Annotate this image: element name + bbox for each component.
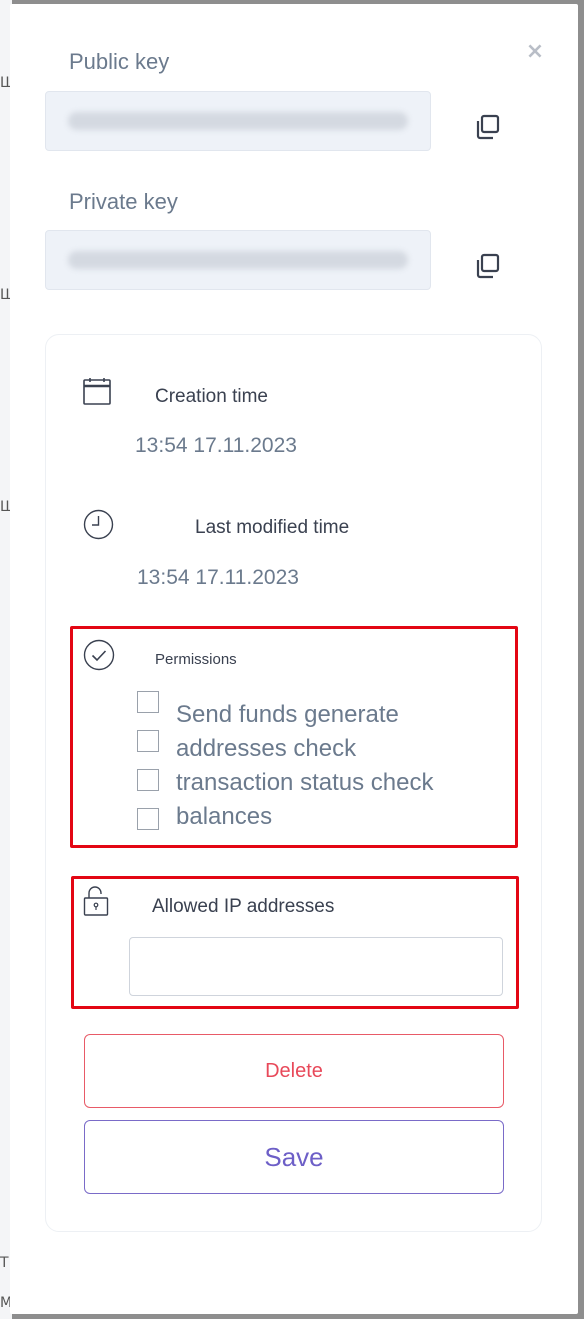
close-button[interactable]: × — [525, 41, 545, 63]
background-glyph: Ш — [0, 499, 15, 515]
last-modified-value: 13:54 17.11.2023 — [137, 566, 299, 589]
copy-icon[interactable] — [473, 113, 501, 141]
permissions-text-line: transaction status check — [176, 769, 434, 796]
permissions-label: Permissions — [155, 651, 237, 668]
calendar-icon — [83, 378, 111, 405]
permissions-text-line: balances — [176, 803, 273, 830]
background-glyph: Ш — [0, 287, 15, 303]
check-circle-icon — [83, 639, 115, 671]
clock-icon — [83, 509, 114, 540]
copy-icon[interactable] — [473, 252, 501, 280]
allowed-ip-input[interactable] — [129, 937, 503, 996]
permission-checkbox-generate-addresses[interactable] — [137, 730, 159, 752]
api-key-dialog: × Public key Private key Creation time 1… — [10, 4, 578, 1314]
last-modified-label: Last modified time — [195, 517, 350, 538]
unlock-icon — [83, 886, 109, 916]
private-key-value — [68, 251, 408, 269]
background-glyph: Ш — [0, 75, 15, 91]
background-glyph: Т — [0, 1255, 9, 1271]
permission-checkbox-send-funds[interactable] — [137, 691, 159, 713]
allowed-ip-label: Allowed IP addresses — [152, 896, 335, 917]
save-button[interactable]: Save — [84, 1120, 504, 1194]
permissions-text-line: addresses check — [176, 735, 357, 762]
private-key-field[interactable] — [45, 230, 431, 290]
private-key-label: Private key — [69, 189, 178, 214]
public-key-label: Public key — [69, 49, 170, 74]
permission-checkbox-balances[interactable] — [137, 808, 159, 830]
public-key-field[interactable] — [45, 91, 431, 151]
public-key-value — [68, 112, 408, 130]
delete-button[interactable]: Delete — [84, 1034, 504, 1108]
creation-time-value: 13:54 17.11.2023 — [135, 434, 297, 457]
background-glyph: М — [0, 1295, 13, 1311]
permissions-text-line: Send funds generate — [176, 701, 399, 728]
creation-time-label: Creation time — [155, 386, 268, 407]
permission-checkbox-transaction-status[interactable] — [137, 769, 159, 791]
